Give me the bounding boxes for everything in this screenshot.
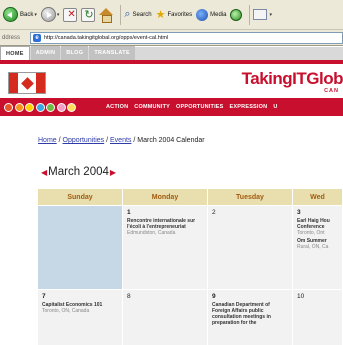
breadcrumb-current: March 2004 Calendar [137,137,205,144]
tab-translate[interactable]: TRANSLATE [89,46,135,60]
day-number: 1 [127,209,131,216]
color-dots [0,102,106,112]
breadcrumb: Home / Opportunities / Events / March 20… [38,137,205,144]
weekday-header-monday: Monday [123,189,208,205]
home-icon [99,7,114,23]
event-location: Toronto, Ont [297,230,325,236]
history-button[interactable] [230,4,243,26]
calendar-header-row: Sunday Monday Tuesday Wed [38,189,343,205]
weekday-header-tuesday: Tuesday [208,189,293,205]
calendar-month-label: March 2004 [48,166,109,178]
home-button[interactable] [99,4,114,26]
site-banner: TakingITGlob CAN [0,64,343,98]
calendar-day-10[interactable]: 10 [293,290,343,345]
forward-arrow-icon [40,7,56,22]
weekday-header-wednesday: Wed [293,189,343,205]
toolbar-separator [120,4,122,25]
stop-icon [63,7,78,22]
color-dot-icon [35,102,45,112]
forward-dropdown-icon[interactable]: ▾ [57,12,60,18]
event-location: Toronto, ON, Canada [42,308,90,314]
favorites-label: Favorites [167,11,193,18]
browser-toolbar: Back ▾ ▾ ⌕ Search ★ Favorites Media ▾ [0,0,343,30]
forward-button[interactable]: ▾ [40,4,60,26]
calendar-day-7[interactable]: 7 Capitalist Economics 101 Toronto, ON, … [38,290,123,345]
site-top-tabs: HOME ADMIN BLOG TRANSLATE [0,46,343,64]
stop-button[interactable] [63,4,78,26]
color-dot-icon [14,102,24,112]
address-input[interactable]: e http://canada.takingitglobal.org/opps/… [30,31,343,44]
back-button[interactable]: Back ▾ [3,4,37,26]
address-label: ddress [2,34,21,41]
url-text: http://canada.takingitglobal.org/opps/ev… [44,34,169,41]
favorites-button[interactable]: ★ Favorites [156,4,193,26]
nav-link-action[interactable]: ACTION [106,104,128,110]
event-location: Edmundston, Canada [127,230,176,236]
mail-dropdown-icon[interactable]: ▾ [269,12,272,18]
color-dot-icon [25,102,34,112]
tab-admin[interactable]: ADMIN [30,46,61,60]
mail-button[interactable]: ▾ [253,4,272,26]
calendar-week-row: 1 Rencontre internationale sur l'écoli à… [38,205,343,289]
calendar-day-3[interactable]: 3 Earl Haig Hou Conference Toronto, Ont … [293,206,343,289]
event-link[interactable]: Rencontre internationale sur l'écoli à l… [127,218,203,230]
color-dot-icon [46,102,55,112]
refresh-button[interactable] [81,4,96,26]
nav-link-opportunities[interactable]: OPPORTUNITIES [176,104,224,110]
day-number: 2 [212,209,216,216]
prev-month-arrow-icon[interactable]: ◀ [41,168,47,177]
day-number: 3 [297,209,301,216]
media-label: Media [210,11,227,18]
media-button[interactable]: Media [196,4,226,26]
breadcrumb-home-link[interactable]: Home [38,137,57,144]
site-logo-subtitle: CAN [324,88,339,94]
next-month-arrow-icon[interactable]: ▶ [110,168,116,177]
calendar-day-9[interactable]: 9 Canadian Department of Foreign Affairs… [208,290,293,345]
nav-link-expression[interactable]: EXPRESSION [230,104,268,110]
mail-icon [253,9,268,20]
calendar-day-empty [38,206,123,289]
day-number: 10 [297,293,305,300]
calendar-day-1[interactable]: 1 Rencontre internationale sur l'écoli à… [123,206,208,289]
back-label: Back [20,11,34,18]
nav-link-more[interactable]: U [273,104,277,110]
page-icon: e [33,33,41,42]
tab-blog[interactable]: BLOG [61,46,89,60]
favorites-star-icon: ★ [155,9,166,21]
search-label: Search [132,11,152,18]
calendar-title: ◀ March 2004 ▶ [40,166,117,178]
calendar-grid: Sunday Monday Tuesday Wed 1 Rencontre in… [38,189,343,345]
day-number: 9 [212,293,216,300]
color-dot-icon [56,102,66,112]
toolbar-separator [249,4,251,25]
history-icon [230,8,243,21]
calendar-day-8[interactable]: 8 [123,290,208,345]
event-link[interactable]: Earl Haig Hou Conference [297,218,338,230]
site-logo[interactable]: TakingITGlob [242,69,343,89]
tab-home[interactable]: HOME [0,46,30,60]
address-bar: ddress e http://canada.takingitglobal.or… [0,30,343,46]
day-number: 8 [127,293,131,300]
breadcrumb-events-link[interactable]: Events [110,137,131,144]
calendar-week-row: 7 Capitalist Economics 101 Toronto, ON, … [38,289,343,345]
maple-leaf-icon [20,76,34,90]
media-icon [196,8,209,21]
event-link[interactable]: Canadian Department of Foreign Affairs p… [212,302,288,326]
refresh-icon [81,7,96,22]
back-dropdown-icon[interactable]: ▾ [34,12,37,18]
calendar-day-2[interactable]: 2 [208,206,293,289]
search-button[interactable]: ⌕ Search [124,4,151,26]
back-arrow-icon [3,7,18,22]
color-dot-icon [4,102,13,112]
search-icon: ⌕ [124,8,131,20]
color-dot-icon [67,102,76,112]
event-location: Rural, ON, Ca [297,244,329,250]
canada-flag-icon [8,72,46,94]
main-nav: ACTION COMMUNITY OPPORTUNITIES EXPRESSIO… [0,98,343,116]
breadcrumb-opportunities-link[interactable]: Opportunities [63,137,105,144]
nav-link-community[interactable]: COMMUNITY [134,104,170,110]
weekday-header-sunday: Sunday [38,189,123,205]
day-number: 7 [42,293,46,300]
